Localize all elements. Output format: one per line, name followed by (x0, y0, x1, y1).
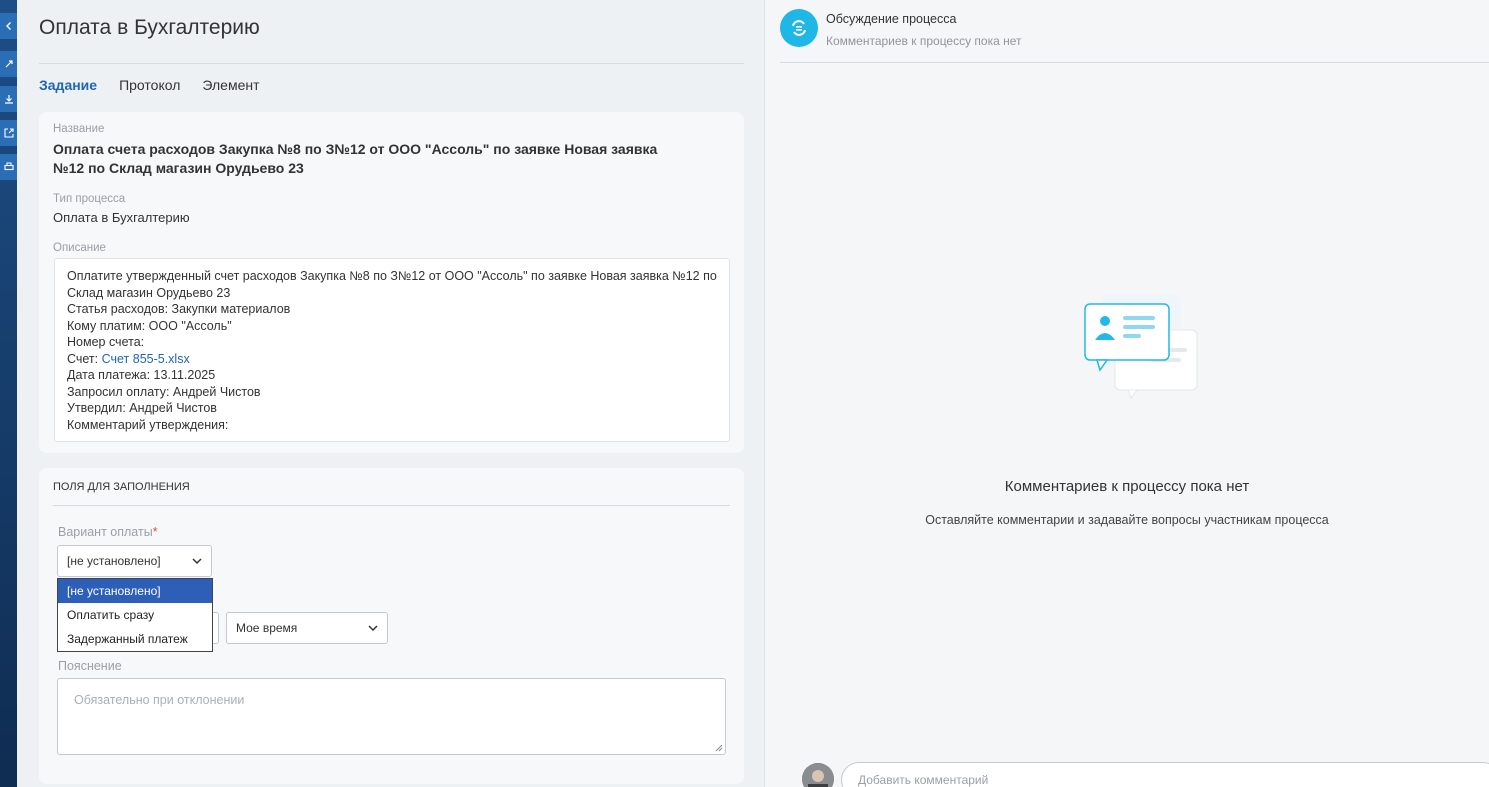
description-label: Описание (53, 242, 106, 254)
description-line: Кому платим: ООО "Ассоль" (67, 318, 232, 333)
print-icon (3, 162, 14, 171)
section-title: ПОЛЯ ДЛЯ ЗАПОЛНЕНИЯ (53, 481, 190, 493)
description-line: Номер счета: (67, 335, 145, 349)
description-line: Утвердил: Андрей Чистов (67, 401, 217, 415)
time-zone-value: Мое время (236, 621, 298, 635)
explanation-placeholder: Обязательно при отклонении (74, 693, 245, 707)
comment-placeholder: Добавить комментарий (858, 773, 989, 787)
comment-input[interactable]: Добавить комментарий (841, 762, 1489, 787)
dropdown-option[interactable]: [не установлено] (58, 579, 212, 603)
chat-refresh-icon (780, 9, 818, 47)
download-icon (4, 95, 13, 104)
chevron-down-icon (368, 625, 378, 632)
explanation-textarea[interactable]: Обязательно при отклонении (57, 678, 726, 755)
chevron-down-icon (192, 558, 202, 565)
discussion-divider (780, 62, 1489, 63)
dropdown-option[interactable]: Оплатить сразу (58, 603, 212, 627)
description-line: Комментарий утверждения: (67, 417, 229, 432)
description-box: Оплатите утвержденный счет расходов Заку… (54, 258, 730, 442)
invoice-line: Счет: Счет 855-5.xlsx (67, 351, 717, 368)
page-title: Оплата в Бухгалтерию (39, 16, 260, 39)
sidebar-external-button[interactable] (0, 120, 17, 146)
avatar (802, 763, 834, 787)
tab-element[interactable]: Элемент (202, 77, 259, 93)
title-divider (39, 63, 744, 64)
task-info-card: Название Оплата счета расходов Закупка №… (39, 112, 744, 453)
tab-protocol[interactable]: Протокол (119, 77, 180, 93)
description-line: Статья расходов: Закупки материалов (67, 302, 291, 316)
sidebar-print-button[interactable] (0, 154, 17, 180)
payment-variant-label-text: Вариант оплаты (58, 525, 153, 539)
tab-task[interactable]: Задание (39, 77, 97, 93)
empty-state-subtitle: Оставляйте комментарии и задавайте вопро… (925, 513, 1329, 527)
task-panel: Оплата в Бухгалтерию Задание Протокол Эл… (17, 0, 765, 787)
discussion-subtitle: Комментариев к процессу пока нет (826, 34, 1022, 48)
collapse-button[interactable] (0, 13, 17, 39)
description-line: Запросил оплату: Андрей Чистов (67, 384, 261, 399)
sidebar-link-button[interactable] (0, 51, 17, 77)
discussion-title: Обсуждение процесса (826, 12, 957, 26)
payment-variant-label: Вариант оплаты* (58, 525, 158, 539)
chevron-left-icon (5, 22, 11, 30)
link-icon (5, 60, 13, 68)
description-line: Дата платежа: 13.11.2025 (67, 368, 216, 382)
section-divider (53, 505, 730, 506)
discussion-panel: Обсуждение процесса Комментариев к проце… (765, 0, 1489, 787)
time-zone-select[interactable]: Мое время (226, 612, 388, 644)
process-type-label: Тип процесса (53, 193, 126, 205)
fill-fields-card: ПОЛЯ ДЛЯ ЗАПОЛНЕНИЯ Вариант оплаты* [не … (39, 468, 744, 784)
invoice-file-link[interactable]: Счет 855-5.xlsx (102, 352, 190, 366)
payment-variant-dropdown: [не установлено] Оплатить сразу Задержан… (57, 578, 213, 652)
empty-state-title: Комментариев к процессу пока нет (1004, 478, 1250, 495)
dropdown-option[interactable]: Задержанный платеж (58, 627, 212, 651)
resize-grip-icon[interactable] (715, 744, 723, 752)
process-type-value: Оплата в Бухгалтерию (53, 210, 190, 225)
name-label: Название (53, 123, 105, 135)
invoice-prefix: Счет: (67, 351, 102, 366)
payment-variant-value: [не установлено] (67, 554, 161, 568)
description-line: Оплатите утвержденный счет расходов Заку… (67, 269, 717, 300)
tab-bar: Задание Протокол Элемент (39, 77, 260, 93)
external-link-icon (3, 128, 14, 138)
sidebar-download-button[interactable] (0, 86, 17, 112)
chat-bubbles-illustration (1084, 295, 1198, 400)
required-mark: * (152, 525, 158, 539)
name-value: Оплата счета расходов Закупка №8 по З№12… (53, 141, 658, 176)
explanation-label: Пояснение (58, 659, 122, 673)
sidebar-strip (0, 0, 17, 787)
payment-variant-select[interactable]: [не установлено] (57, 545, 212, 577)
